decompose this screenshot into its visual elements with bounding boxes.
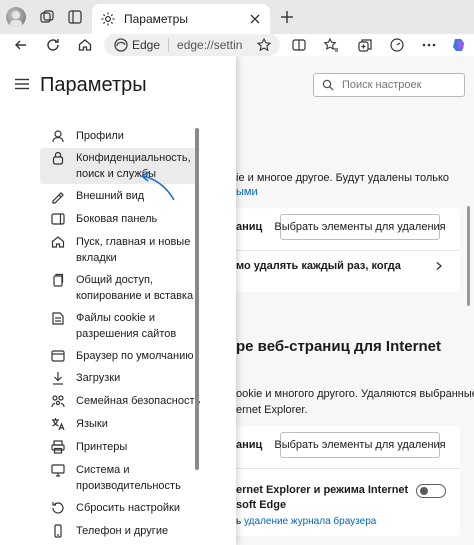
sidebar-item-label: Система и производительность (76, 464, 181, 492)
ie-description-line2: ernet Explorer. (236, 404, 308, 416)
clear-now-label: аниц (236, 221, 263, 233)
vertical-tabs-icon[interactable] (64, 6, 86, 28)
tab-strip: Параметры (0, 0, 474, 34)
share-icon (53, 273, 64, 287)
sidebar-item-11[interactable]: Принтеры (40, 437, 196, 457)
more-icon[interactable] (420, 36, 438, 54)
search-icon (322, 79, 334, 91)
ie-clear-card: аниц Выбрать элементы для удаления ernet… (228, 426, 460, 536)
refresh-icon[interactable] (44, 36, 62, 54)
sidebar-item-3[interactable]: Боковая панель (40, 209, 196, 229)
sidebar-item-5[interactable]: Общий доступ, копирование и вставка (40, 270, 196, 306)
card-divider (228, 250, 460, 251)
cookie-icon (52, 312, 64, 325)
reset-icon (52, 502, 64, 514)
privacy-description: ie и многое другое. Будут удалены только (236, 172, 450, 184)
sidebar-item-14[interactable]: Телефон и другие (40, 521, 196, 541)
profile-icon (52, 130, 64, 143)
address-url: edge://settin (177, 38, 243, 52)
ie-mode-label-2: soft Edge (236, 499, 287, 511)
sidebar-item-label: Телефон и другие (76, 525, 169, 537)
chevron-right-icon[interactable] (434, 261, 444, 271)
sidebar-item-0[interactable]: Профили (40, 126, 196, 146)
toolbar: Edge edge://settin (0, 34, 474, 56)
language-icon (52, 418, 65, 431)
privacy-description-link[interactable]: ыми (236, 186, 258, 198)
annotation-arrow (141, 171, 175, 201)
browser-history-link[interactable]: удаление журнала браузера (244, 516, 376, 527)
address-bar[interactable]: Edge edge://settin (104, 34, 280, 56)
sidebar-item-label: Пуск, главная и новые вкладки (76, 236, 191, 264)
sidebar-item-label: Файлы cookie и разрешения сайтов (76, 312, 177, 340)
printer-icon (51, 440, 65, 454)
ie-card-divider (228, 468, 460, 469)
favorite-star-icon[interactable] (256, 37, 272, 53)
edge-label: Edge (132, 38, 161, 52)
ie-choose-items-button[interactable]: Выбрать элементы для удаления (274, 432, 446, 458)
sidebar-item-label: Принтеры (76, 441, 128, 453)
settings-sidebar: Параметры Профили Конфиденциальность, пои… (0, 56, 236, 545)
download-icon (53, 372, 63, 385)
ie-mode-sub: ь удаление журнала браузера (236, 516, 376, 527)
profile-avatar[interactable] (6, 7, 26, 27)
sidebar-item-10[interactable]: Языки (40, 414, 196, 434)
settings-search[interactable] (313, 73, 465, 97)
system-icon (51, 464, 65, 477)
ie-clear-toggle[interactable] (416, 484, 446, 498)
ie-mode-sub-prefix: ь (236, 516, 242, 527)
toggle-knob (420, 487, 428, 495)
new-tab-icon[interactable] (278, 8, 296, 26)
back-arrow-icon[interactable] (12, 36, 30, 54)
sidebar-icon (51, 213, 65, 225)
home-icon (51, 236, 65, 248)
tab-title: Параметры (124, 12, 188, 26)
workspaces-icon[interactable] (36, 6, 58, 28)
sidebar-item-label: Браузер по умолчанию (76, 350, 194, 362)
appearance-icon (52, 192, 64, 204)
home-icon[interactable] (76, 36, 94, 54)
ie-clear-now-label: аниц (236, 439, 263, 451)
ie-section-title: ре веб-страниц для Internet (236, 338, 441, 355)
hamburger-icon[interactable] (14, 78, 30, 90)
tab-settings[interactable]: Параметры (92, 4, 270, 34)
sidebar-item-label: Внешний вид (76, 190, 145, 202)
sidebar-item-label: Загрузки (76, 372, 121, 384)
clear-data-card: аниц Выбрать элементы для удаления мо уд… (228, 208, 460, 292)
collections-icon[interactable] (356, 36, 374, 54)
sidebar-item-6[interactable]: Файлы cookie и разрешения сайтов (40, 308, 196, 344)
close-icon[interactable] (248, 12, 262, 26)
favorites-icon[interactable] (322, 36, 340, 54)
ie-description-line1: ookie и многого другого. Удаляются выбра… (236, 388, 474, 400)
gear-icon (101, 12, 115, 26)
browser-icon (51, 350, 65, 362)
edge-logo-icon (114, 38, 128, 52)
performance-icon[interactable] (388, 36, 406, 54)
sidebar-item-12[interactable]: Система и производительность (40, 460, 196, 496)
copilot-icon[interactable] (450, 36, 468, 54)
sidebar-item-label: Семейная безопасность (76, 395, 201, 407)
main-scrollbar[interactable] (467, 206, 470, 306)
sidebar-item-4[interactable]: Пуск, главная и новые вкладки (40, 232, 196, 268)
sidebar-item-8[interactable]: Загрузки (40, 368, 196, 388)
clear-on-close-label[interactable]: мо удалять каждый раз, когда (236, 260, 401, 272)
phone-icon (54, 524, 62, 538)
search-input[interactable] (342, 79, 452, 91)
lock-icon (52, 151, 64, 165)
sidebar-item-label: Общий доступ, копирование и вставка (76, 274, 194, 302)
sidebar-item-label: Языки (76, 418, 108, 430)
sidebar-item-label: Сбросить настройки (76, 502, 181, 514)
sidebar-item-9[interactable]: Семейная безопасность (40, 391, 200, 411)
sidebar-scrollbar[interactable] (195, 128, 199, 470)
sidebar-title: Параметры (40, 74, 147, 96)
sidebar-item-label: Профили (76, 130, 124, 142)
choose-items-button[interactable]: Выбрать элементы для удаления (274, 214, 446, 240)
sidebar-item-7[interactable]: Браузер по умолчанию (40, 346, 196, 366)
sidebar-item-label: Боковая панель (76, 213, 158, 225)
sidebar-item-13[interactable]: Сбросить настройки (40, 498, 196, 518)
edge-chip: Edge (114, 38, 170, 52)
ie-mode-label: ernet Explorer и режима Internet (236, 484, 409, 496)
family-icon (51, 395, 65, 408)
settings-content: ie и многое другое. Будут удалены только… (0, 56, 474, 545)
split-screen-icon[interactable] (290, 36, 308, 54)
